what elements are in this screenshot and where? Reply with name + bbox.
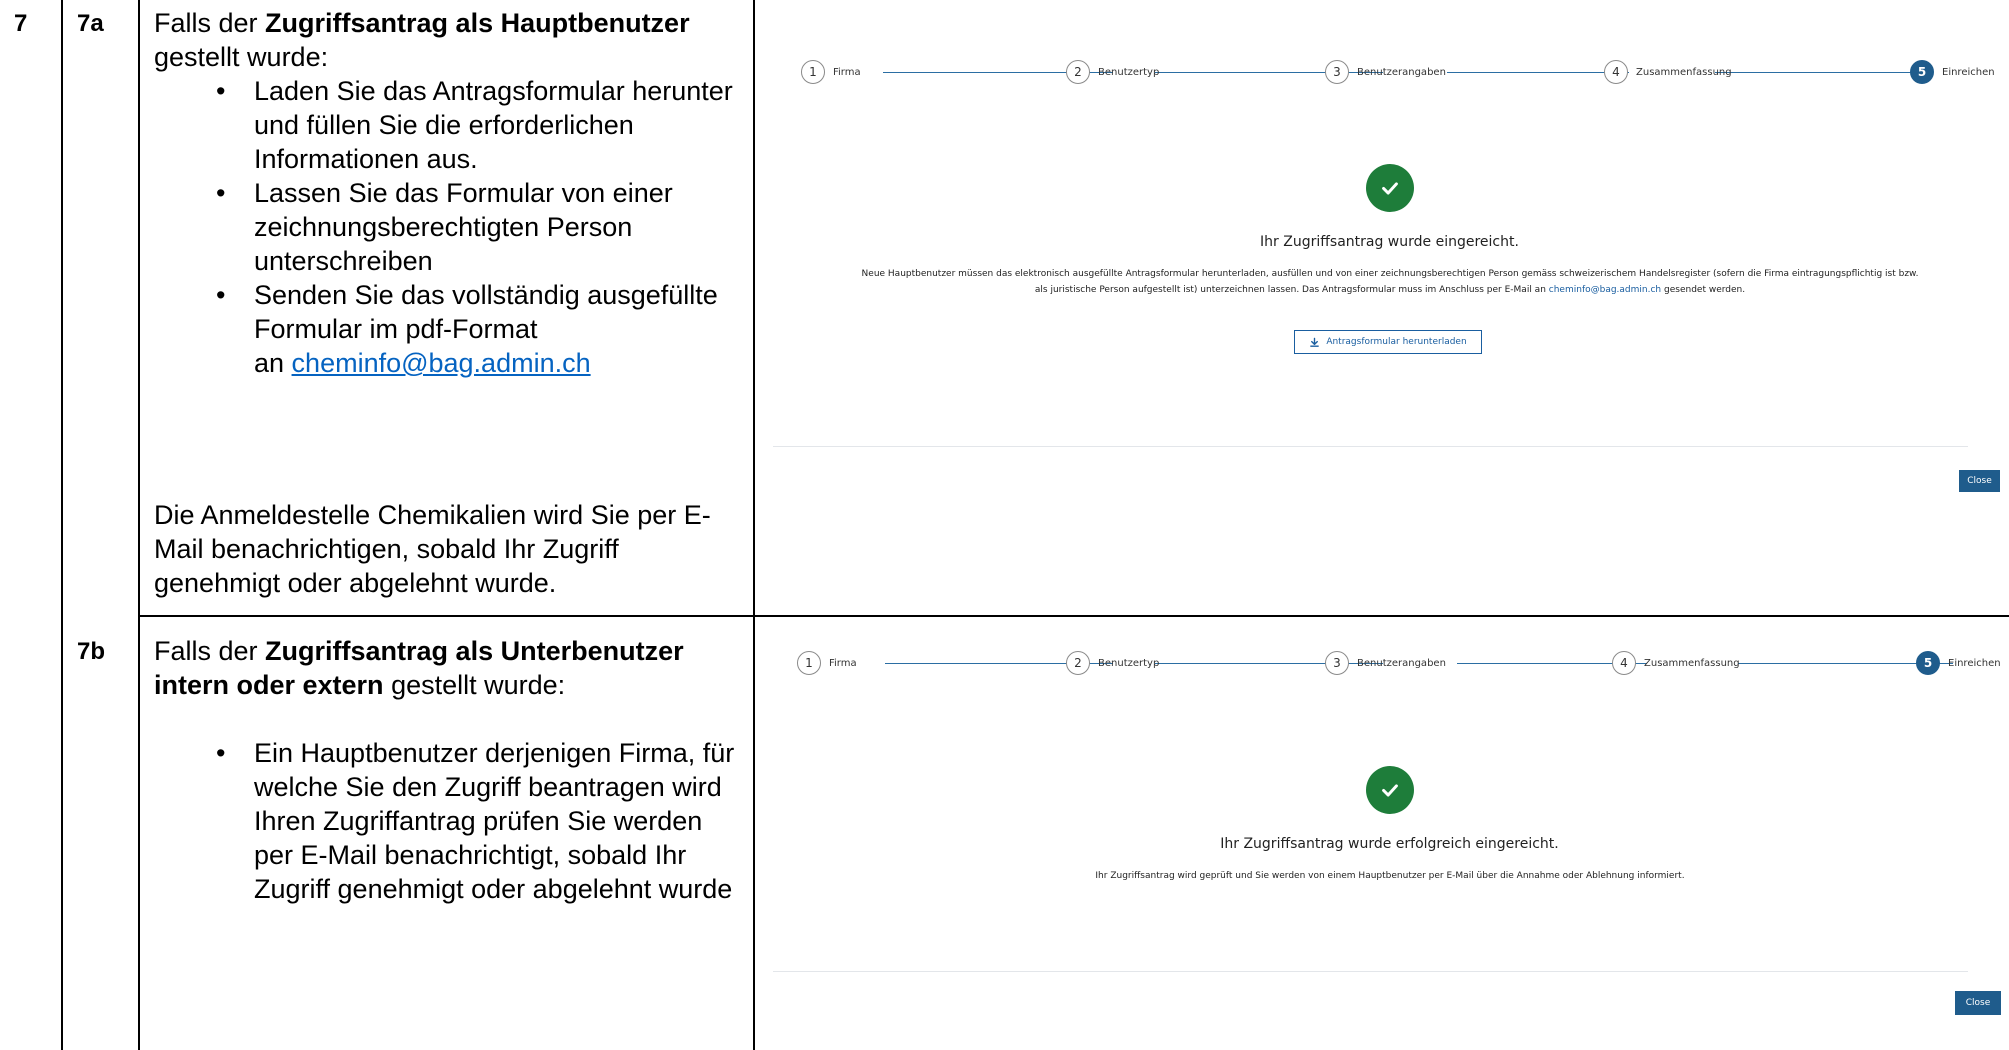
substep-7a-label: 7a	[77, 10, 104, 37]
table-border-left	[61, 0, 63, 1050]
substep-7b-description: Falls der Zugriffsantrag als Unterbenutz…	[154, 634, 744, 906]
email-link[interactable]: cheminfo@bag.admin.ch	[1549, 285, 1661, 295]
step-zusammenfassung[interactable]: 4 Zusammenfassung	[1604, 60, 1732, 84]
check-icon	[1366, 164, 1414, 212]
check-icon	[1366, 766, 1414, 814]
substep-7b-bullets: Ein Hauptbenutzer derjenigen Firma, für …	[154, 736, 744, 906]
substep-7b-intro: Falls der Zugriffsantrag als Unterbenutz…	[154, 636, 684, 700]
step-benutzerangaben[interactable]: 3 Benutzerangaben	[1325, 651, 1446, 675]
step-einreichen[interactable]: 5 Einreichen	[1916, 651, 2001, 675]
close-button[interactable]: Close	[1955, 991, 2001, 1015]
substep-7a-bullets: Laden Sie das Antragsformular herunter u…	[154, 74, 744, 380]
step-benutzertyp[interactable]: 2 Benutzertyp	[1066, 60, 1159, 84]
success-text: Neue Hauptbenutzer müssen das elektronis…	[861, 269, 1919, 295]
step-circle-active: 5	[1910, 60, 1934, 84]
step-zusammenfassung[interactable]: 4 Zusammenfassung	[1612, 651, 1740, 675]
step-circle: 3	[1325, 60, 1349, 84]
download-icon	[1310, 337, 1320, 347]
step-benutzerangaben[interactable]: 3 Benutzerangaben	[1325, 60, 1446, 84]
success-title: Ihr Zugriffsantrag wurde erfolgreich ein…	[1220, 836, 1559, 852]
list-item: Senden Sie das vollständig ausgefüllte F…	[216, 278, 744, 380]
substep-7a-notice: Die Anmeldestelle Chemikalien wird Sie p…	[154, 500, 711, 598]
list-item: Lassen Sie das Formular von einer zeichn…	[216, 176, 744, 278]
step-circle: 2	[1066, 651, 1090, 675]
substep-7a-intro: Falls der Zugriffsantrag als Hauptbenutz…	[154, 8, 690, 72]
substep-7a-description: Falls der Zugriffsantrag als Hauptbenutz…	[154, 6, 744, 380]
progress-stepper: 1 Firma 2 Benutzertyp 3 Benutzerangaben 4 Zu…	[793, 58, 2008, 88]
step-einreichen[interactable]: 5 Einreichen	[1910, 60, 1995, 84]
email-link[interactable]: cheminfo@bag.admin.ch	[292, 348, 591, 378]
success-title: Ihr Zugriffsantrag wurde eingereicht.	[1260, 234, 1519, 250]
list-item: Laden Sie das Antragsformular herunter u…	[216, 74, 744, 176]
footer-separator	[773, 971, 1968, 972]
download-form-button[interactable]: Antragsformular herunterladen	[1294, 330, 1482, 354]
step-circle: 1	[797, 651, 821, 675]
step-circle: 3	[1325, 651, 1349, 675]
step-firma[interactable]: 1 Firma	[797, 651, 857, 675]
list-item: Ein Hauptbenutzer derjenigen Firma, für …	[216, 736, 744, 906]
step-firma[interactable]: 1 Firma	[801, 60, 861, 84]
footer-separator	[773, 446, 1968, 447]
step-benutzertyp[interactable]: 2 Benutzertyp	[1066, 651, 1159, 675]
step-circle: 2	[1066, 60, 1090, 84]
step-circle: 1	[801, 60, 825, 84]
step-circle-active: 5	[1916, 651, 1940, 675]
step-circle: 4	[1612, 651, 1636, 675]
step-number: 7	[14, 10, 28, 37]
screenshot-sub-user: 1 Firma 2 Benutzertyp 3 Benutzerangaben 4 Zu…	[770, 617, 2009, 1050]
close-button[interactable]: Close	[1959, 470, 2000, 492]
table-border-sub	[138, 0, 140, 1050]
success-text: Ihr Zugriffsantrag wird geprüft und Sie …	[1095, 871, 1685, 881]
substep-7b-label: 7b	[77, 638, 106, 665]
progress-stepper: 1 Firma 2 Benutzertyp 3 Benutzerangaben 4 Zu…	[793, 649, 2008, 679]
screenshot-main-user: 1 Firma 2 Benutzertyp 3 Benutzerangaben 4 Zu…	[770, 0, 2009, 615]
step-circle: 4	[1604, 60, 1628, 84]
table-border-desc	[753, 0, 755, 1050]
